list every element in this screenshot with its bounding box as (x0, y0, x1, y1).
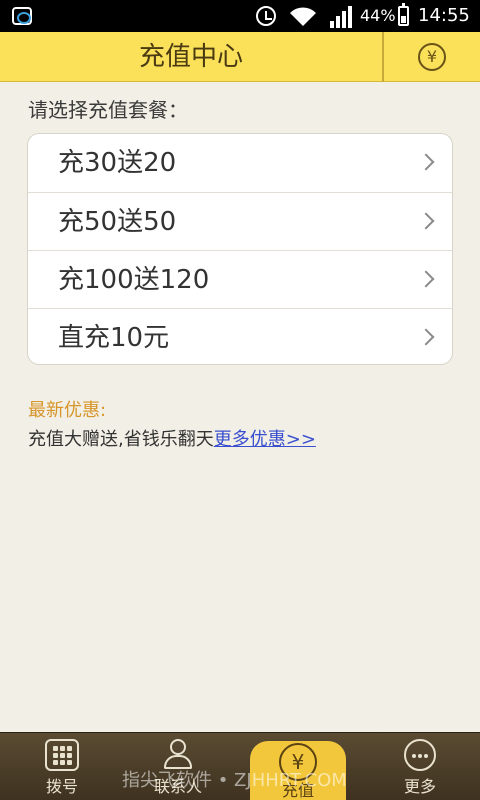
status-time: 14:55 (418, 5, 470, 26)
wifi-icon (290, 7, 316, 26)
nav-item-dial[interactable]: 拨号 (14, 733, 110, 800)
package-label: 充50送50 (58, 207, 177, 237)
promo-line: 充值大赠送,省钱乐翻天更多优惠>> (28, 425, 316, 451)
more-icon (404, 739, 436, 771)
page-title: 充值中心 (138, 42, 243, 72)
watermark: 指尖飞软件 • ZJHHRT.COM (122, 770, 347, 791)
battery-fill (401, 16, 406, 23)
status-bar: 44% 14:55 (0, 0, 480, 32)
battery-percent: 44% (360, 6, 396, 25)
signal-icon (330, 6, 352, 28)
package-label: 充30送20 (58, 148, 177, 178)
battery-icon (398, 3, 409, 26)
more-offers-link[interactable]: 更多优惠>> (214, 429, 316, 450)
package-label: 充100送120 (58, 265, 210, 295)
yen-icon: ¥ (418, 43, 446, 71)
header-bar: 充值中心 ¥ (0, 32, 480, 82)
nav-label: 更多 (403, 777, 436, 796)
chevron-right-icon (417, 270, 435, 288)
chevron-right-icon (417, 328, 435, 346)
package-label: 直充10元 (58, 323, 170, 353)
promo-title: 最新优惠: (28, 400, 107, 421)
package-item-100[interactable]: 充100送120 (28, 250, 452, 308)
promo-text: 充值大赠送,省钱乐翻天 (28, 429, 214, 450)
package-item-50[interactable]: 充50送50 (28, 192, 452, 250)
balance-button[interactable]: ¥ (384, 32, 480, 82)
alarm-icon (256, 6, 276, 26)
chevron-right-icon (417, 212, 435, 230)
package-item-30[interactable]: 充30送20 (28, 134, 452, 192)
nav-label: 拨号 (45, 777, 78, 796)
package-item-direct-10[interactable]: 直充10元 (28, 308, 452, 364)
dialpad-icon (45, 739, 79, 771)
chevron-right-icon (417, 153, 435, 171)
section-label: 请选择充值套餐： (28, 98, 188, 122)
nav-item-more[interactable]: 更多 (372, 733, 468, 800)
package-list: 充30送20 充50送50 充100送120 直充10元 (27, 133, 453, 365)
app-notification-icon (12, 7, 32, 25)
